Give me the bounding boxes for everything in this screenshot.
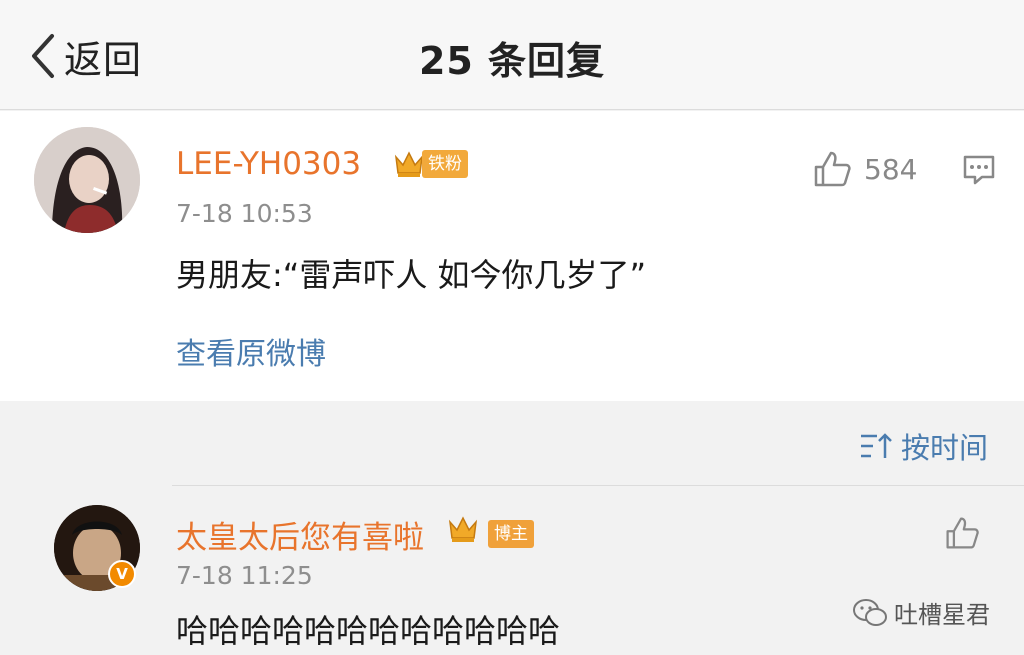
nav-bar: 返回 25 条回复 xyxy=(0,0,1024,110)
divider xyxy=(172,485,1024,486)
timestamp: 7-18 10:53 xyxy=(176,199,313,228)
page-title: 25 条回复 xyxy=(418,39,606,83)
view-original-link[interactable]: 查看原微博 xyxy=(176,329,326,373)
comment-icon[interactable] xyxy=(962,153,996,187)
reply-timestamp: 7-18 11:25 xyxy=(176,561,313,590)
verified-icon: V xyxy=(108,560,136,588)
thumbs-up-icon xyxy=(814,151,851,187)
like-button[interactable]: 584 xyxy=(812,149,917,189)
reply-text: 哈哈哈哈哈哈哈哈哈哈哈哈 xyxy=(176,612,561,650)
avatar-image xyxy=(34,127,140,233)
sort-by-time[interactable]: 按时间 xyxy=(859,425,988,467)
fan-badge: 铁粉 xyxy=(422,150,468,178)
username[interactable]: LEE-YH0303 xyxy=(176,146,361,182)
crown-icon xyxy=(394,151,424,177)
sort-icon xyxy=(860,433,892,458)
avatar[interactable] xyxy=(34,127,140,233)
wechat-icon xyxy=(853,598,887,626)
like-count: 584 xyxy=(864,152,918,186)
sort-label: 按时间 xyxy=(900,431,988,465)
blogger-badge: 博主 xyxy=(488,520,534,548)
comment-text: 男朋友:“雷声吓人 如今你几岁了” xyxy=(176,256,647,294)
crown-icon xyxy=(448,516,478,542)
reply-username[interactable]: 太皇太后您有喜啦 xyxy=(176,512,424,557)
watermark-text: 吐槽星君 xyxy=(894,601,990,629)
original-comment: LEE-YH0303 铁粉 7-18 10:53 男朋友:“雷声吓人 如今你几岁… xyxy=(0,111,1024,401)
thumbs-up-icon[interactable] xyxy=(944,515,980,551)
watermark: 吐槽星君 xyxy=(852,595,990,630)
